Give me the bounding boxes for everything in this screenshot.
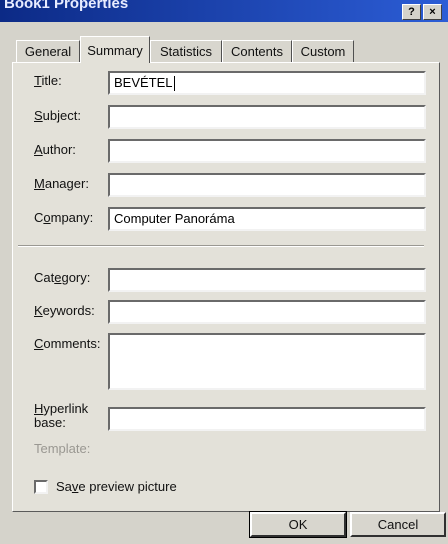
tab-contents[interactable]: Contents (222, 40, 292, 62)
close-button[interactable]: × (423, 4, 442, 20)
help-button[interactable]: ? (402, 4, 421, 20)
cancel-button[interactable]: Cancel (350, 512, 446, 537)
section-divider (18, 245, 424, 247)
manager-label: Manager: (34, 176, 89, 191)
title-bar: Book1 Properties ? × (0, 0, 448, 22)
tab-statistics[interactable]: Statistics (150, 40, 222, 62)
save-preview-checkbox[interactable] (34, 480, 48, 494)
tab-custom[interactable]: Custom (292, 40, 354, 62)
subject-field[interactable] (108, 105, 426, 129)
tab-general[interactable]: General (16, 40, 80, 62)
tab-summary[interactable]: Summary (80, 36, 150, 63)
category-label: Category: (34, 270, 91, 285)
window-title: Book1 Properties (4, 0, 129, 12)
text-caret (173, 76, 175, 92)
author-label: Author: (34, 142, 76, 157)
keywords-label: Keywords: (34, 303, 95, 318)
company-label: Company: (34, 210, 94, 225)
subject-label: Subject: (34, 108, 81, 123)
author-field[interactable] (108, 139, 426, 163)
comments-label: Comments: (34, 336, 101, 351)
comments-field[interactable] (108, 333, 426, 390)
template-label: Template: (34, 441, 91, 456)
category-field[interactable] (108, 268, 426, 292)
ok-button[interactable]: OK (249, 511, 347, 538)
title-label: Title: (34, 73, 62, 88)
manager-field[interactable] (108, 173, 426, 197)
company-field[interactable]: Computer Panoráma (108, 207, 426, 231)
hyperlink-base-field[interactable] (108, 407, 426, 431)
title-field[interactable]: BEVÉTEL (108, 71, 426, 95)
hyperlink-base-label: Hyperlink base: (34, 401, 89, 430)
keywords-field[interactable] (108, 300, 426, 324)
save-preview-label[interactable]: Save preview picture (56, 479, 177, 494)
properties-dialog: Book1 Properties ? × General Summary Sta… (0, 0, 448, 544)
